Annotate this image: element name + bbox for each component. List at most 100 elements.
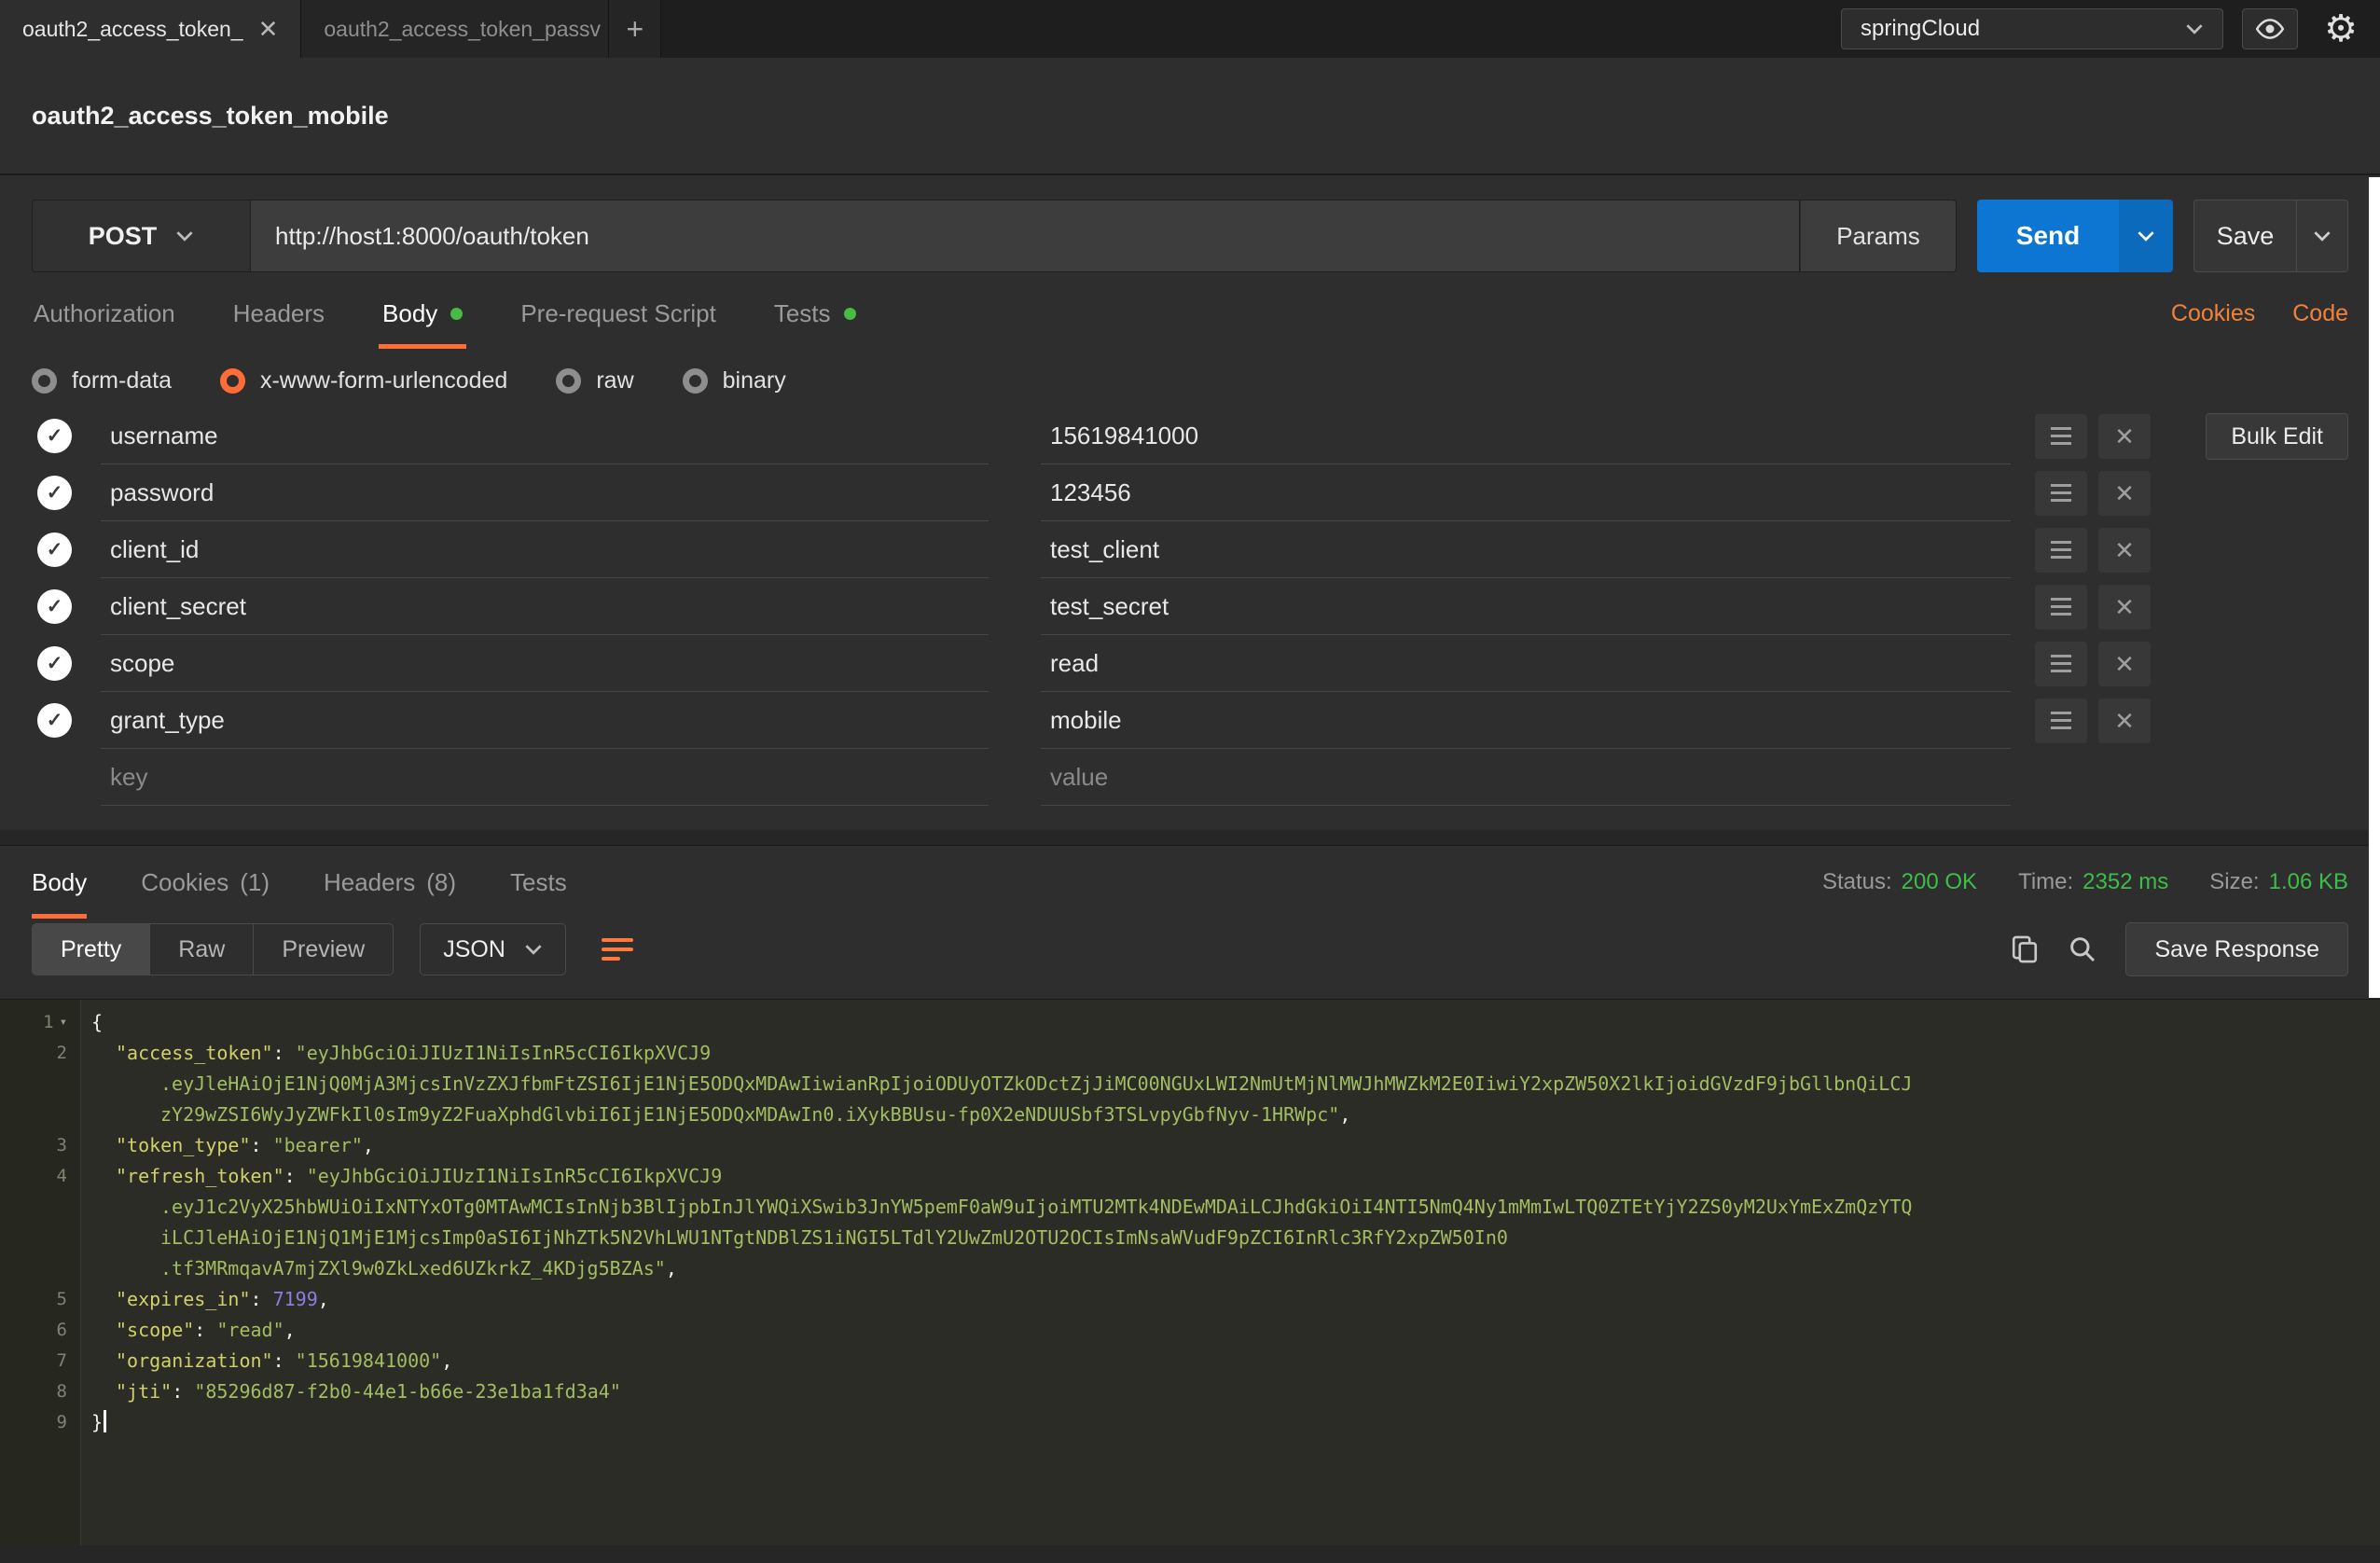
mode-label: form-data	[72, 367, 172, 394]
param-key-input[interactable]: key	[101, 749, 989, 806]
remove-param-button[interactable]: ✕	[2098, 414, 2151, 459]
bulk-edit-button[interactable]: Bulk Edit	[2206, 413, 2348, 460]
param-value-cell[interactable]: test_client	[1041, 521, 2011, 578]
mode-form-data[interactable]: form-data	[32, 367, 172, 394]
save-options-button[interactable]	[2296, 200, 2348, 272]
url-input[interactable]: http://host1:8000/oauth/token	[251, 200, 1800, 272]
tab-authorization[interactable]: Authorization	[32, 278, 177, 349]
code-token: ,	[1339, 1103, 1350, 1126]
code-line: zY29wZSI6WyJyZWFkIl0sIm9yZ2FuaXphdGlvbiI…	[0, 1100, 2380, 1130]
param-enabled-checkbox[interactable]: ✓	[32, 578, 101, 635]
code-token: :	[172, 1380, 194, 1403]
param-value-cell[interactable]: mobile	[1041, 692, 2011, 749]
send-options-button[interactable]	[2119, 200, 2173, 272]
param-value-cell[interactable]: read	[1041, 635, 2011, 692]
tab-bar: oauth2_access_token_ ✕ oauth2_access_tok…	[0, 0, 2380, 58]
param-value-input[interactable]: value	[1041, 749, 2011, 806]
param-enabled-checkbox[interactable]: ✓	[32, 521, 101, 578]
param-key-cell[interactable]: client_id	[101, 521, 989, 578]
params-button[interactable]: Params	[1800, 200, 1957, 272]
remove-param-button[interactable]: ✕	[2098, 699, 2151, 743]
settings-button[interactable]: ⚙	[2317, 7, 2365, 51]
param-enabled-checkbox[interactable]: ✓	[32, 692, 101, 749]
tab-response-headers[interactable]: Headers (8)	[324, 846, 456, 919]
params-rows: ✓ username 15619841000 ✕ ✓ password 1234…	[32, 408, 2171, 749]
param-key-cell[interactable]: scope	[101, 635, 989, 692]
tab-headers[interactable]: Headers	[231, 278, 326, 349]
code-token: ,	[363, 1134, 374, 1156]
remove-param-button[interactable]: ✕	[2098, 642, 2151, 686]
response-body-editor[interactable]: 1 ▾ { 2 "access_token": "eyJhbGciOiJIUzI…	[0, 999, 2380, 1545]
save-button[interactable]: Save	[2193, 200, 2296, 272]
close-icon[interactable]: ✕	[258, 17, 279, 41]
drag-handle[interactable]	[2035, 471, 2087, 516]
param-value-cell[interactable]: test_secret	[1041, 578, 2011, 635]
tab-pre-request-script[interactable]: Pre-request Script	[519, 278, 718, 349]
wrap-lines-button[interactable]	[592, 923, 643, 975]
code-token: :	[251, 1134, 273, 1156]
line-number: 2	[57, 1038, 67, 1069]
remove-param-button[interactable]: ✕	[2098, 471, 2151, 516]
new-tab-button[interactable]: +	[609, 0, 661, 58]
send-button[interactable]: Send	[1977, 200, 2119, 272]
format-select[interactable]: JSON	[420, 923, 566, 975]
view-mode-pretty[interactable]: Pretty	[33, 924, 150, 975]
tab-response-body[interactable]: Body	[32, 846, 87, 919]
drag-handle[interactable]	[2035, 414, 2087, 459]
param-enabled-checkbox[interactable]: ✓	[32, 408, 101, 464]
checkmark-icon: ✓	[37, 419, 72, 453]
method-select[interactable]: POST	[32, 200, 251, 272]
tab-oauth2-access-token-passv[interactable]: oauth2_access_token_passv	[301, 0, 609, 58]
code-token: "refresh_token"	[116, 1165, 284, 1187]
code-token: "bearer"	[273, 1134, 363, 1156]
param-key-cell[interactable]: grant_type	[101, 692, 989, 749]
column-gap	[989, 408, 1041, 464]
mode-x-www-form-urlencoded[interactable]: x-www-form-urlencoded	[220, 367, 507, 394]
environment-preview-button[interactable]	[2242, 8, 2298, 49]
param-value-cell[interactable]: 123456	[1041, 464, 2011, 521]
save-response-button[interactable]: Save Response	[2125, 922, 2348, 976]
view-mode-segmented-control: Pretty Raw Preview	[32, 923, 394, 975]
remove-param-button[interactable]: ✕	[2098, 528, 2151, 573]
param-key-cell[interactable]: password	[101, 464, 989, 521]
mode-label: raw	[596, 367, 633, 394]
tab-label: oauth2_access_token_passv	[324, 17, 601, 42]
radio-selected-icon	[220, 368, 245, 394]
environment-select[interactable]: springCloud	[1841, 8, 2223, 49]
view-mode-preview[interactable]: Preview	[254, 924, 393, 975]
search-button[interactable]	[2068, 934, 2097, 964]
code-link[interactable]: Code	[2292, 300, 2348, 327]
param-key-cell[interactable]: client_secret	[101, 578, 989, 635]
drag-handle[interactable]	[2035, 642, 2087, 686]
tab-response-cookies[interactable]: Cookies (1)	[141, 846, 270, 919]
line-number-gutter: 2	[0, 1038, 80, 1069]
code-token: .eyJ1c2VyX25hbWUiOiIxNTYxOTg0MTAwMCIsInN…	[160, 1196, 1912, 1218]
fold-toggle-icon[interactable]: ▾	[60, 1007, 67, 1038]
param-key-cell[interactable]: username	[101, 408, 989, 464]
tab-body[interactable]: Body	[381, 278, 464, 349]
size-value: 1.06 KB	[2269, 869, 2348, 895]
line-number: 6	[57, 1315, 67, 1346]
cookies-link[interactable]: Cookies	[2171, 300, 2255, 327]
remove-param-button[interactable]: ✕	[2098, 585, 2151, 629]
tab-label: Body	[32, 868, 87, 897]
mode-raw[interactable]: raw	[556, 367, 633, 394]
view-mode-raw[interactable]: Raw	[150, 924, 254, 975]
copy-button[interactable]	[2010, 934, 2040, 965]
mode-binary[interactable]: binary	[683, 367, 786, 394]
param-row-actions: ✕	[2035, 578, 2151, 635]
param-enabled-checkbox[interactable]: ✓	[32, 464, 101, 521]
tab-label: Tests	[774, 299, 831, 328]
drag-handle[interactable]	[2035, 585, 2087, 629]
drag-handle[interactable]	[2035, 699, 2087, 743]
tab-oauth2-access-token[interactable]: oauth2_access_token_ ✕	[0, 0, 301, 58]
code-token: zY29wZSI6WyJyZWFkIl0sIm9yZ2FuaXphdGlvbiI…	[160, 1103, 1339, 1126]
tab-tests[interactable]: Tests	[772, 278, 858, 349]
code-line: .eyJ1c2VyX25hbWUiOiIxNTYxOTg0MTAwMCIsInN…	[0, 1192, 2380, 1223]
radio-icon	[32, 368, 57, 394]
tab-response-tests[interactable]: Tests	[510, 846, 567, 919]
drag-handle[interactable]	[2035, 528, 2087, 573]
param-value-cell[interactable]: 15619841000	[1041, 408, 2011, 464]
eye-icon	[2255, 18, 2285, 40]
param-enabled-checkbox[interactable]: ✓	[32, 635, 101, 692]
